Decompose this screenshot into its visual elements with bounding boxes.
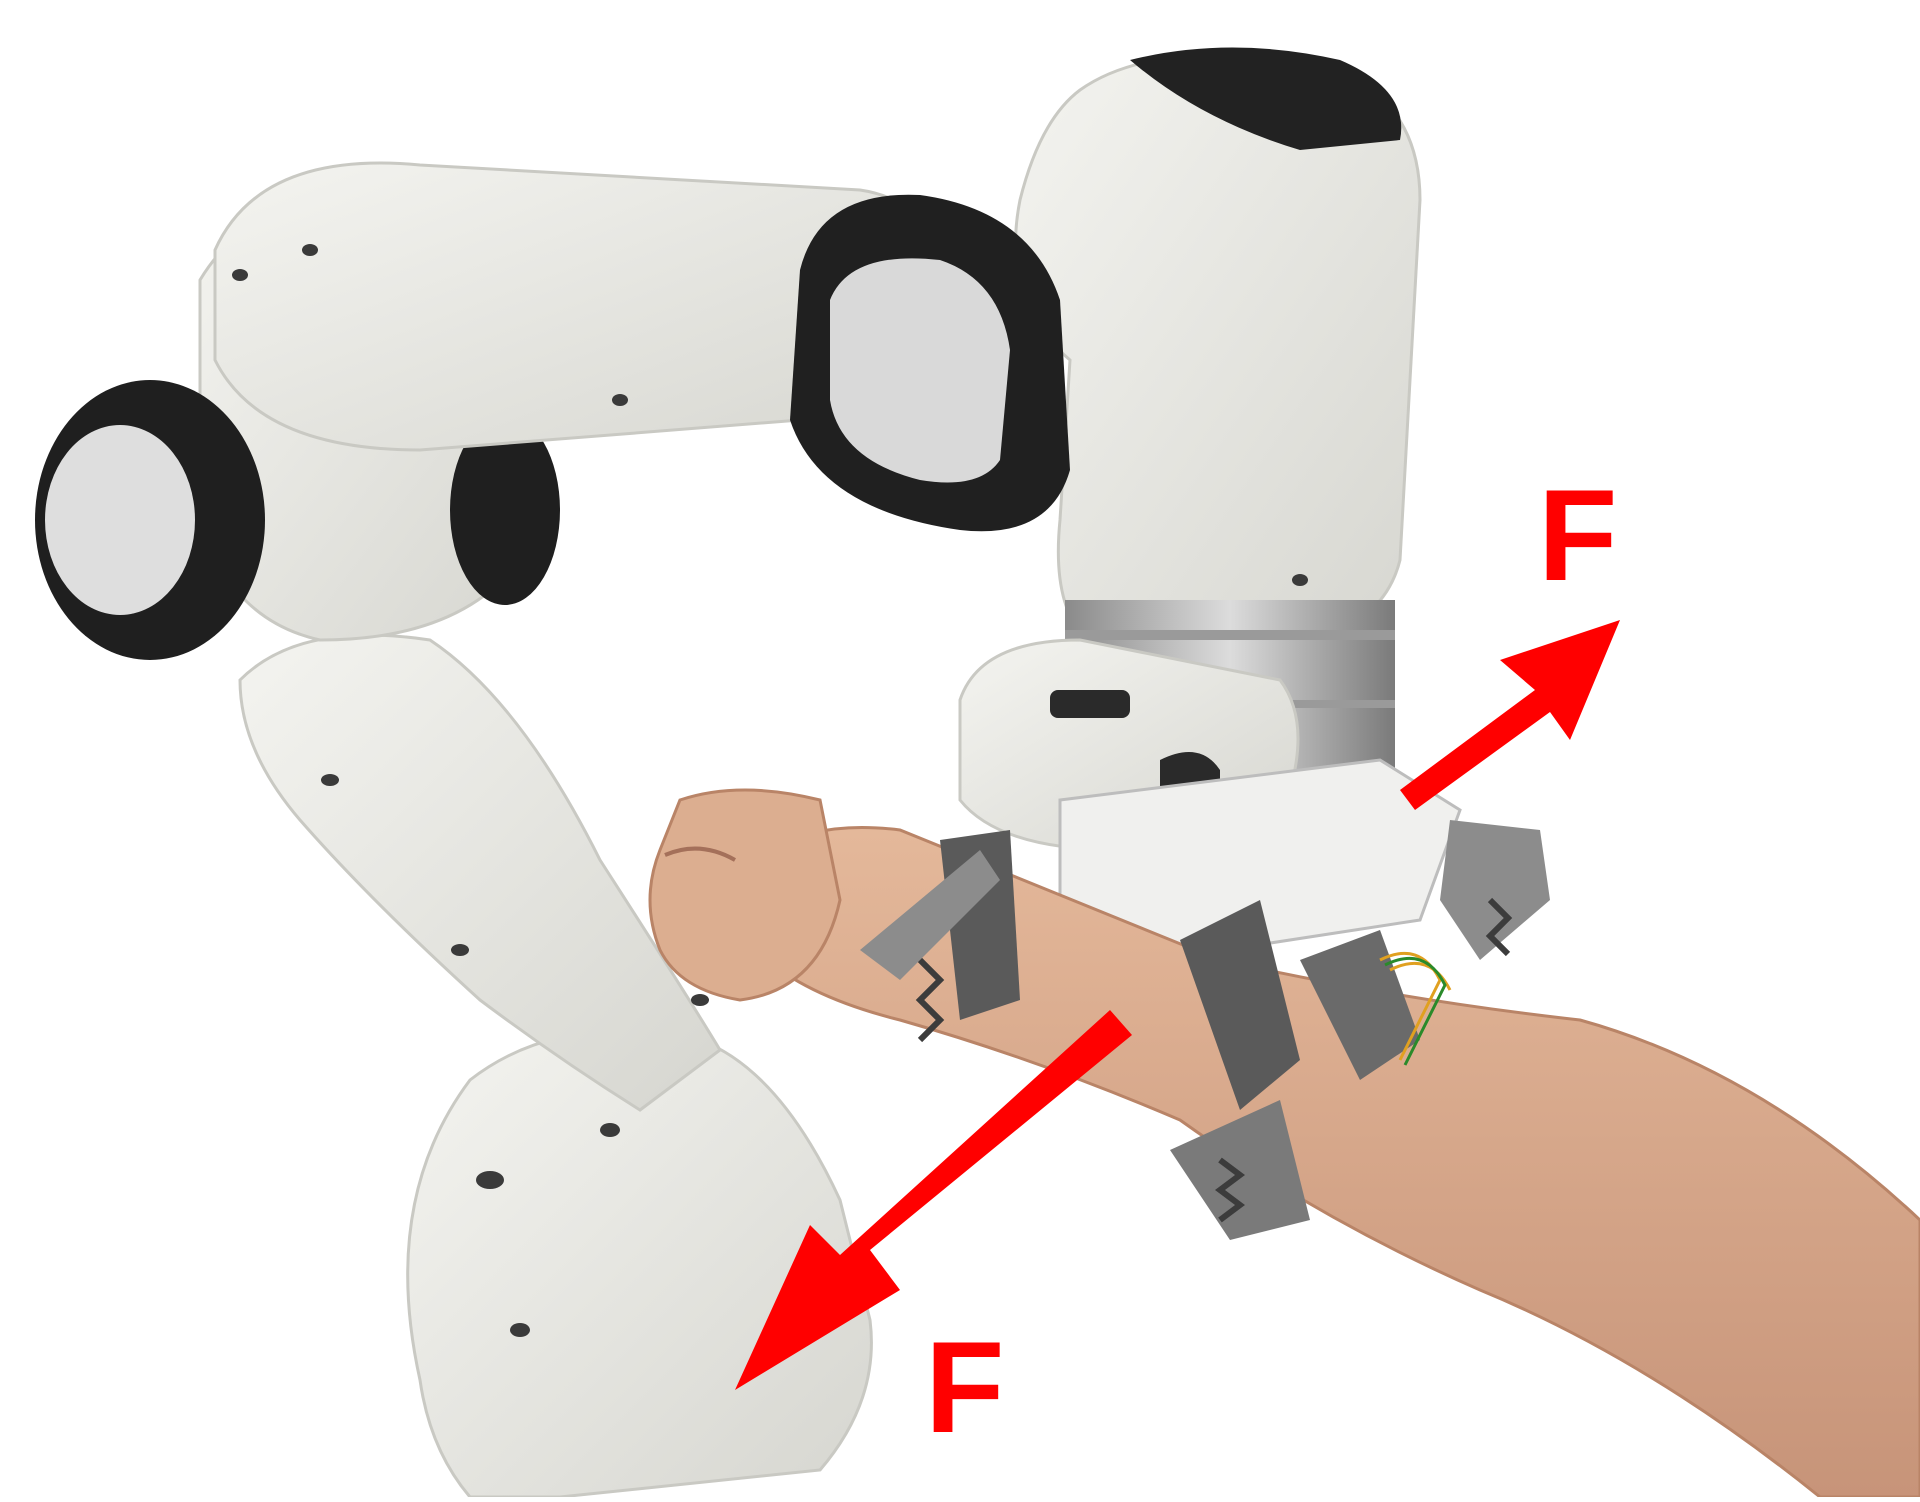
- force-label-bottom: F: [925, 1314, 1005, 1460]
- force-label-top: F: [1538, 462, 1618, 608]
- scene-illustration: [35, 47, 1920, 1499]
- robot-head: [790, 47, 1422, 652]
- photo-scene: F F: [0, 0, 1920, 1499]
- force-arrow-icon: [1400, 620, 1620, 810]
- robot-middle-link: [238, 633, 722, 1112]
